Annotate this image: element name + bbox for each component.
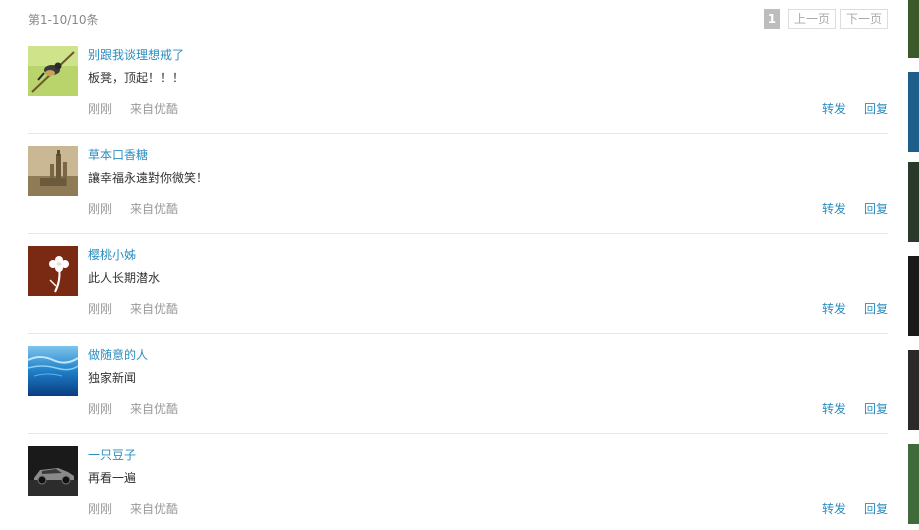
car-avatar-icon[interactable] <box>28 446 78 496</box>
comment-text: 再看一遍 <box>88 471 137 485</box>
comment-meta: 刚刚 来自优酷 <box>88 501 178 517</box>
pagination: 1 上一页 下一页 <box>763 9 888 29</box>
comment-item: 别跟我谈理想戒了 板凳，顶起！！！ 刚刚 来自优酷 转发 回复 <box>28 34 888 134</box>
username-link[interactable]: 草本口香糖 <box>88 147 148 163</box>
thumbnail-image[interactable] <box>908 72 919 152</box>
comment-list: 别跟我谈理想戒了 板凳，顶起！！！ 刚刚 来自优酷 转发 回复 草本口香糖 讓幸… <box>28 34 888 530</box>
username-link[interactable]: 樱桃小姊 <box>88 247 136 263</box>
comment-text: 此人长期潜水 <box>88 271 161 285</box>
comment-actions: 转发 回复 <box>804 301 888 317</box>
forward-link[interactable]: 转发 <box>822 202 846 216</box>
result-count: 第1-10/10条 <box>28 13 99 27</box>
reply-link[interactable]: 回复 <box>864 302 888 316</box>
next-page-button[interactable]: 下一页 <box>839 9 888 29</box>
prev-page-button[interactable]: 上一页 <box>787 9 836 29</box>
comment-feed-page: 第1-10/10条 1 上一页 下一页 别跟我谈理想戒了 板凳，顶起！！！ 刚刚… <box>0 0 919 530</box>
comment-item: 草本口香糖 讓幸福永遠對你微笑！ 刚刚 来自优酷 转发 回复 <box>28 134 888 234</box>
thumbnail-image[interactable] <box>908 162 919 242</box>
comment-actions: 转发 回复 <box>804 201 888 217</box>
thumbnail-image[interactable] <box>908 444 919 524</box>
reply-link[interactable]: 回复 <box>864 502 888 516</box>
comment-item: 一只豆子 再看一遍 刚刚 来自优酷 转发 回复 <box>28 434 888 530</box>
post-source: 来自优酷 <box>130 402 179 416</box>
forward-link[interactable]: 转发 <box>822 102 846 116</box>
post-source: 来自优酷 <box>130 302 179 316</box>
comment-item: 做随意的人 独家新闻 刚刚 来自优酷 转发 回复 <box>28 334 888 434</box>
comment-text: 讓幸福永遠對你微笑！ <box>88 171 209 185</box>
page-number-current[interactable]: 1 <box>763 9 780 29</box>
username-link[interactable]: 做随意的人 <box>88 347 148 363</box>
post-time: 刚刚 <box>88 102 113 116</box>
tower-avatar-icon[interactable] <box>28 146 78 196</box>
comment-text: 独家新闻 <box>88 371 137 385</box>
post-source: 来自优酷 <box>130 102 179 116</box>
thumbnail-image[interactable] <box>908 0 919 58</box>
bird-avatar-icon[interactable] <box>28 46 78 96</box>
comment-item: 樱桃小姊 此人长期潜水 刚刚 来自优酷 转发 回复 <box>28 234 888 334</box>
comment-actions: 转发 回复 <box>804 101 888 117</box>
comment-text: 板凳，顶起！！！ <box>88 71 185 85</box>
reply-link[interactable]: 回复 <box>864 202 888 216</box>
post-time: 刚刚 <box>88 402 113 416</box>
comment-meta: 刚刚 来自优酷 <box>88 301 178 317</box>
forward-link[interactable]: 转发 <box>822 502 846 516</box>
flower-avatar-icon[interactable] <box>28 246 78 296</box>
reply-link[interactable]: 回复 <box>864 102 888 116</box>
thumbnail-image[interactable] <box>908 256 919 336</box>
username-link[interactable]: 一只豆子 <box>88 447 136 463</box>
comment-actions: 转发 回复 <box>804 401 888 417</box>
comment-meta: 刚刚 来自优酷 <box>88 101 178 117</box>
post-source: 来自优酷 <box>130 502 179 516</box>
forward-link[interactable]: 转发 <box>822 302 846 316</box>
adjacent-thumbnail-strip <box>908 0 919 530</box>
post-time: 刚刚 <box>88 302 113 316</box>
username-link[interactable]: 别跟我谈理想戒了 <box>88 47 184 63</box>
ocean-avatar-icon[interactable] <box>28 346 78 396</box>
post-time: 刚刚 <box>88 202 113 216</box>
comment-actions: 转发 回复 <box>804 501 888 517</box>
forward-link[interactable]: 转发 <box>822 402 846 416</box>
post-source: 来自优酷 <box>130 202 179 216</box>
post-time: 刚刚 <box>88 502 113 516</box>
comment-meta: 刚刚 来自优酷 <box>88 401 178 417</box>
thumbnail-image[interactable] <box>908 350 919 430</box>
comment-meta: 刚刚 来自优酷 <box>88 201 178 217</box>
reply-link[interactable]: 回复 <box>864 402 888 416</box>
feed-header: 第1-10/10条 1 上一页 下一页 <box>28 8 888 32</box>
